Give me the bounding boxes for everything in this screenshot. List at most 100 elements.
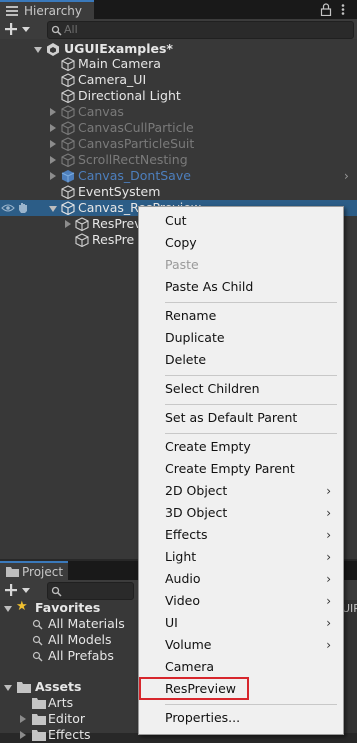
menu-item-cut[interactable]: Cut (139, 210, 343, 232)
menu-separator (165, 704, 337, 705)
menu-item-2d-object[interactable]: 2D Object › (139, 480, 343, 502)
menu-item-properties[interactable]: Properties... (139, 707, 343, 729)
hierarchy-item-directional-light[interactable]: Directional Light (0, 88, 357, 104)
menu-item-label: Copy (165, 235, 197, 250)
hierarchy-item-label: ResPre (92, 232, 135, 247)
hierarchy-search-input[interactable]: All (47, 21, 354, 39)
hierarchy-item-label: CanvasCullParticle (78, 120, 194, 135)
menu-item-paste[interactable]: Paste (139, 254, 343, 276)
hierarchy-item-label: Canvas (78, 104, 124, 119)
respreview-highlight-box (139, 677, 249, 700)
hierarchy-item-scroll-rect-nesting[interactable]: ScrollRectNesting (0, 152, 357, 168)
hierarchy-item-canvas-dont-save[interactable]: Canvas_DontSave › (0, 168, 357, 184)
menu-item-paste-as-child[interactable]: Paste As Child (139, 276, 343, 298)
menu-item-audio[interactable]: Audio › (139, 568, 343, 590)
add-dropdown-icon[interactable] (5, 22, 33, 36)
menu-item-camera[interactable]: Camera (139, 656, 343, 678)
hierarchy-item-canvas[interactable]: Canvas (0, 104, 357, 120)
menu-item-copy[interactable]: Copy (139, 232, 343, 254)
collapse-arrow-icon[interactable] (65, 220, 71, 228)
favorites-item-label: All Materials (48, 616, 125, 631)
expand-arrow-icon[interactable] (34, 47, 42, 53)
menu-item-label: Camera (165, 659, 215, 674)
assets-folder-label: Editor (48, 711, 85, 726)
hierarchy-item-label: ResPrev (92, 216, 142, 231)
collapse-arrow-icon[interactable] (20, 731, 26, 739)
menu-item-label: Create Empty Parent (165, 461, 295, 476)
menu-item-label: Properties... (165, 710, 241, 725)
menu-item-label: Light (165, 549, 197, 564)
menu-item-label: Effects (165, 527, 208, 542)
collapse-arrow-icon[interactable] (50, 156, 56, 164)
unity-scene-icon (47, 43, 59, 56)
context-menu: Cut Copy Paste Paste As Child Rename Dup… (138, 206, 344, 735)
submenu-arrow-icon: › (326, 572, 331, 586)
hierarchy-item-canvas-particle-suit[interactable]: CanvasParticleSuit (0, 136, 357, 152)
menu-item-label: 3D Object (165, 505, 228, 520)
menu-item-create-empty-parent[interactable]: Create Empty Parent (139, 458, 343, 480)
gameobject-icon (61, 185, 75, 199)
menu-item-volume[interactable]: Volume › (139, 634, 343, 656)
menu-item-video[interactable]: Video › (139, 590, 343, 612)
folder-icon (6, 567, 19, 577)
menu-separator (165, 404, 337, 405)
menu-item-label: Create Empty (165, 439, 251, 454)
collapse-arrow-icon[interactable] (50, 172, 56, 180)
menu-item-label: Paste As Child (165, 279, 254, 294)
menu-item-delete[interactable]: Delete (139, 349, 343, 371)
menu-item-light[interactable]: Light › (139, 546, 343, 568)
project-side-label: UIP (342, 602, 357, 615)
expand-arrow-icon[interactable] (4, 606, 12, 612)
search-icon (32, 619, 43, 630)
menu-item-create-empty[interactable]: Create Empty (139, 436, 343, 458)
menu-item-label: Audio (165, 571, 201, 586)
project-search-input[interactable] (47, 582, 134, 600)
gameobject-icon (61, 153, 75, 167)
gameobject-icon (61, 73, 75, 87)
project-tab[interactable]: Project (0, 561, 68, 580)
add-dropdown-icon[interactable] (5, 583, 33, 597)
menu-item-select-children[interactable]: Select Children (139, 378, 343, 400)
expand-arrow-icon[interactable] (4, 685, 12, 691)
chevron-right-icon[interactable]: › (344, 168, 349, 184)
assets-label: Assets (35, 679, 82, 694)
visibility-eye-icon[interactable] (1, 203, 15, 213)
hierarchy-search-placeholder: All (64, 23, 78, 36)
gameobject-icon (61, 57, 75, 71)
pickable-hand-icon[interactable] (17, 202, 29, 214)
expand-arrow-icon[interactable] (49, 206, 57, 212)
collapse-arrow-icon[interactable] (50, 108, 56, 116)
search-icon (51, 25, 62, 36)
collapse-arrow-icon[interactable] (50, 124, 56, 132)
collapse-arrow-icon[interactable] (20, 715, 26, 723)
folder-icon (32, 698, 46, 709)
menu-item-label: Volume (165, 637, 212, 652)
menu-item-label: Cut (165, 213, 187, 228)
menu-item-rename[interactable]: Rename (139, 305, 343, 327)
hierarchy-item-event-system[interactable]: EventSystem (0, 184, 357, 200)
hierarchy-item-main-camera[interactable]: Main Camera (0, 56, 357, 72)
menu-item-effects[interactable]: Effects › (139, 524, 343, 546)
scene-row[interactable]: UGUIExamples* (0, 41, 357, 57)
hierarchy-item-label: CanvasParticleSuit (78, 136, 195, 151)
scene-name: UGUIExamples* (64, 41, 173, 56)
gameobject-icon (75, 217, 89, 231)
list-icon (6, 6, 18, 16)
hierarchy-item-camera-ui[interactable]: Camera_UI (0, 72, 357, 88)
menu-item-label: Duplicate (165, 330, 225, 345)
gameobject-icon (61, 201, 75, 215)
folder-icon (17, 682, 31, 693)
kebab-menu-icon[interactable] (341, 3, 345, 16)
hierarchy-tab[interactable]: Hierarchy (0, 0, 94, 19)
menu-item-set-default-parent[interactable]: Set as Default Parent (139, 407, 343, 429)
collapse-arrow-icon[interactable] (50, 140, 56, 148)
lock-icon[interactable] (320, 3, 332, 16)
menu-item-3d-object[interactable]: 3D Object › (139, 502, 343, 524)
submenu-arrow-icon: › (326, 550, 331, 564)
menu-item-duplicate[interactable]: Duplicate (139, 327, 343, 349)
gameobject-icon (61, 121, 75, 135)
menu-item-label: 2D Object (165, 483, 228, 498)
submenu-arrow-icon: › (326, 528, 331, 542)
hierarchy-item-canvas-cull-particle[interactable]: CanvasCullParticle (0, 120, 357, 136)
menu-item-ui[interactable]: UI › (139, 612, 343, 634)
